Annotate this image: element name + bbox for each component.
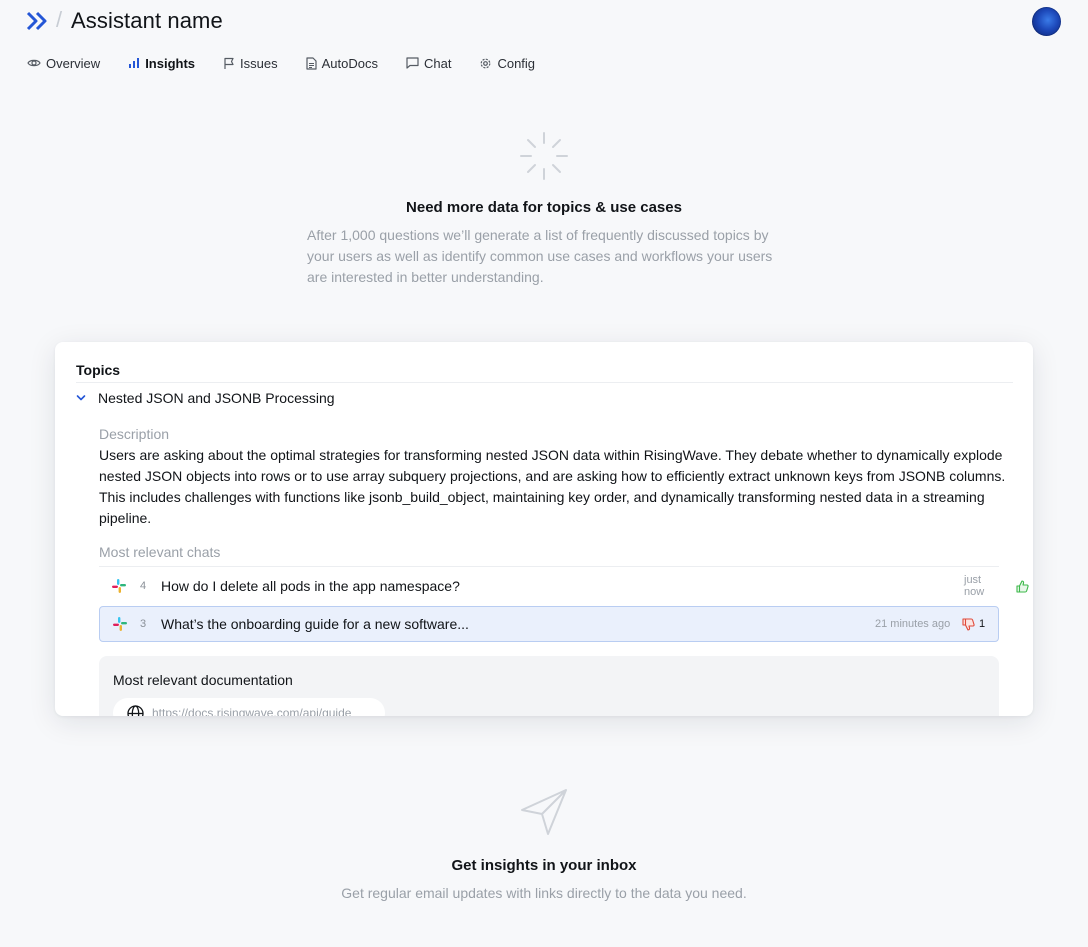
doc-url: https://docs.risingwave.com/api/guide: [152, 706, 352, 716]
chat-question: What’s the onboarding guide for a new so…: [161, 616, 469, 632]
divider: [76, 382, 1013, 383]
tab-config[interactable]: Config: [479, 56, 535, 71]
inbox-empty-title: Get insights in your inbox: [451, 857, 637, 874]
page-title: Assistant name: [71, 8, 223, 33]
topics-card-title: Topics: [76, 362, 121, 378]
topic-name: Nested JSON and JSONB Processing: [98, 390, 335, 406]
tab-label: AutoDocs: [321, 55, 378, 71]
tab-issues[interactable]: Issues: [223, 56, 278, 71]
relevant-chats-label: Most relevant chats: [99, 544, 221, 560]
feedback-count: 1: [979, 618, 986, 630]
chat-bubble-icon: [406, 57, 419, 69]
chat-message-count: 4: [140, 580, 147, 592]
logo-double-chevron-icon[interactable]: [26, 11, 50, 31]
inbox-empty-description: Get regular email updates with links dir…: [341, 885, 747, 901]
tab-autodocs[interactable]: AutoDocs: [306, 56, 378, 71]
thumbs-up-icon: [1016, 579, 1029, 593]
flag-icon: [224, 57, 234, 69]
avatar[interactable]: [1032, 7, 1061, 36]
doc-link[interactable]: https://docs.risingwave.com/api/guide: [113, 698, 385, 716]
slack-icon: [113, 617, 127, 631]
gear-icon: [481, 58, 491, 68]
chevron-down-icon: [76, 395, 86, 401]
topics-card: Topics Nested JSON and JSONB Processing …: [55, 342, 1033, 716]
breadcrumb-separator: /: [56, 7, 63, 32]
divider: [99, 566, 999, 567]
relevant-docs-panel: Most relevant documentation https://docs…: [99, 656, 999, 716]
tab-bar: Overview Insights Issues AutoDocs Chat C…: [27, 53, 563, 73]
slack-icon: [112, 579, 126, 593]
loading-spinner-icon: [520, 132, 568, 180]
topics-empty-title: Need more data for topics & use cases: [406, 199, 682, 216]
chat-timestamp: just now: [964, 574, 985, 598]
tab-label: Issues: [240, 55, 278, 71]
chat-message-count: 3: [140, 618, 147, 630]
tab-label: Chat: [423, 55, 452, 71]
tab-label: Config: [497, 55, 536, 71]
tab-label: Overview: [46, 55, 101, 71]
eye-icon: [27, 59, 41, 67]
tab-overview[interactable]: Overview: [27, 56, 100, 71]
topic-toggle[interactable]: Nested JSON and JSONB Processing: [76, 390, 335, 406]
app-header: / Assistant name: [0, 0, 1088, 44]
tab-label: Insights: [145, 55, 196, 71]
chat-row-selected[interactable]: 3 What’s the onboarding guide for a new …: [99, 606, 999, 642]
feedback-positive: 2: [1016, 579, 1033, 593]
chat-question: How do I delete all pods in the app name…: [161, 578, 460, 594]
tab-insights[interactable]: Insights: [128, 56, 195, 71]
globe-icon: [127, 704, 144, 716]
paper-plane-icon: [521, 789, 567, 835]
feedback-negative: 1: [962, 617, 986, 631]
bar-chart-icon: [129, 58, 140, 68]
chat-timestamp: 21 minutes ago: [875, 618, 951, 630]
description-label: Description: [99, 426, 170, 442]
relevant-docs-title: Most relevant documentation: [113, 672, 293, 688]
thumbs-down-icon: [962, 617, 975, 631]
chat-row[interactable]: 4 How do I delete all pods in the app na…: [99, 568, 1029, 604]
tab-chat[interactable]: Chat: [406, 56, 451, 71]
topic-description: Users are asking about the optimal strat…: [99, 447, 1006, 526]
document-icon: [306, 56, 317, 70]
topics-empty-description: After 1,000 questions we’ll generate a l…: [307, 227, 773, 285]
